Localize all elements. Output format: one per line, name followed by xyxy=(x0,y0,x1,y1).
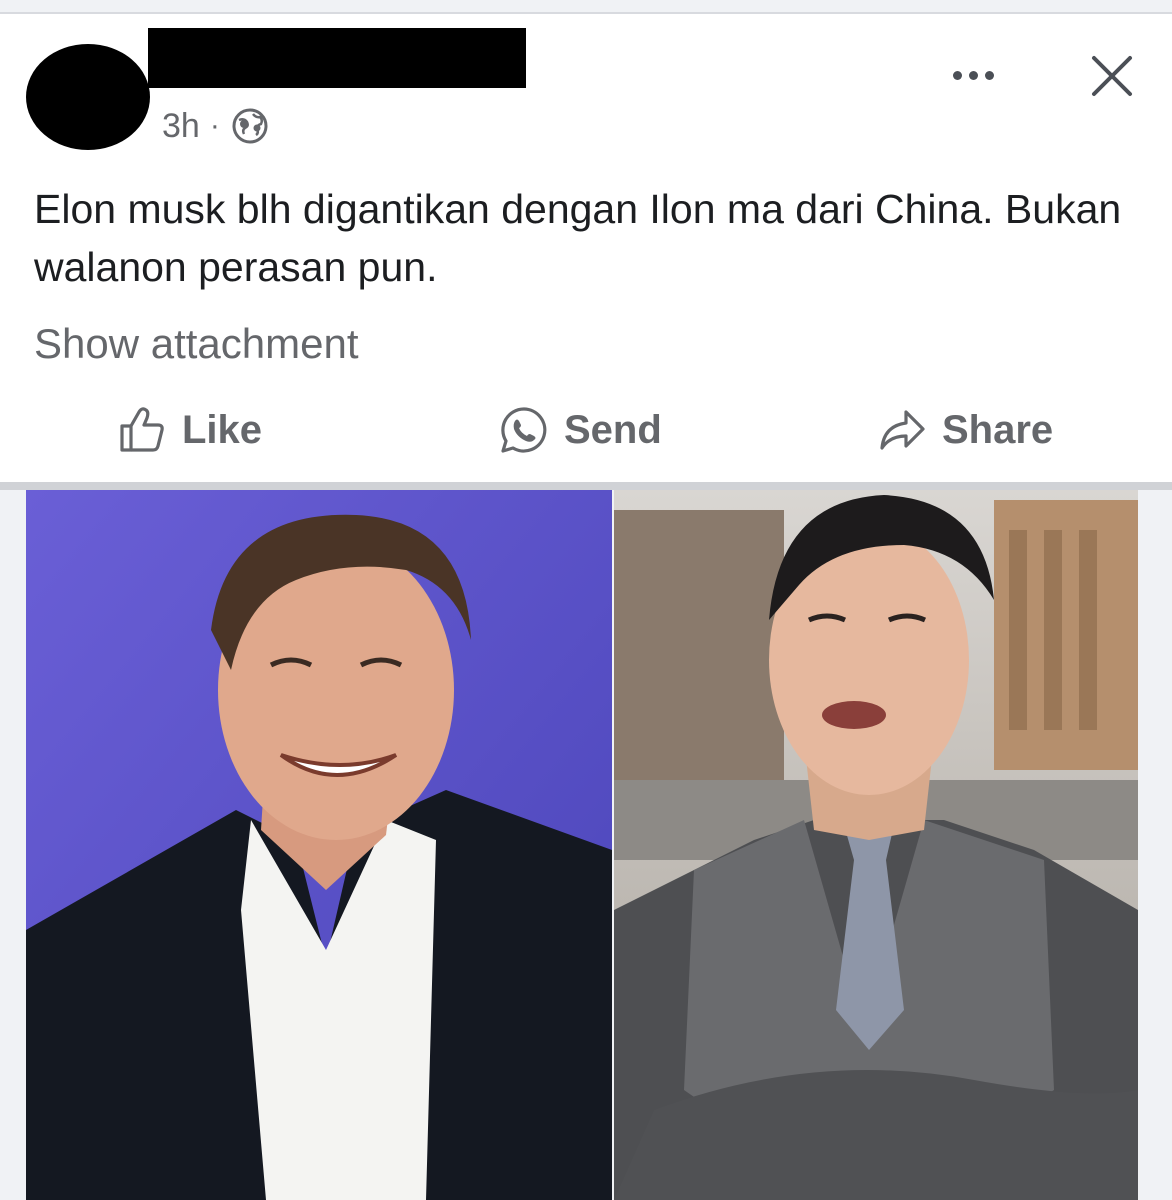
more-options-button[interactable] xyxy=(942,60,1004,90)
author-name-redacted[interactable] xyxy=(148,28,526,88)
top-divider xyxy=(0,0,1172,12)
section-divider xyxy=(0,482,1172,490)
thumbs-up-icon xyxy=(120,407,164,452)
attachment-photo-right[interactable] xyxy=(614,490,1138,1200)
post-card: 3h · Elon musk blh digantikan dengan Ilo… xyxy=(0,14,1172,482)
more-options-dot xyxy=(968,70,978,80)
send-label: Send xyxy=(564,407,662,452)
post-text: Elon musk blh digantikan dengan Ilon ma … xyxy=(34,186,1122,290)
show-attachment-link[interactable]: Show attachment xyxy=(34,320,359,368)
globe-icon[interactable] xyxy=(230,106,270,146)
portrait-photo-left xyxy=(26,490,612,1200)
avatar[interactable] xyxy=(26,44,150,150)
portrait-photo-right xyxy=(614,490,1138,1200)
like-button[interactable]: Like xyxy=(116,400,262,460)
attachment-area xyxy=(0,490,1172,1200)
close-icon[interactable] xyxy=(1086,50,1138,102)
share-arrow-icon xyxy=(880,410,925,450)
like-label: Like xyxy=(182,407,263,452)
post-timestamp[interactable]: 3h xyxy=(162,107,200,146)
post-meta: 3h · xyxy=(162,106,270,146)
more-options-dot xyxy=(984,70,994,80)
post-actions: Like Send Share xyxy=(0,400,1172,460)
attachment-photo-left[interactable] xyxy=(26,490,612,1200)
share-label: Share xyxy=(942,407,1054,452)
share-button[interactable]: Share xyxy=(876,400,1053,460)
send-button[interactable]: Send xyxy=(498,400,662,460)
meta-separator: · xyxy=(209,109,220,142)
whatsapp-icon xyxy=(501,407,547,453)
more-options-icon xyxy=(952,70,962,80)
